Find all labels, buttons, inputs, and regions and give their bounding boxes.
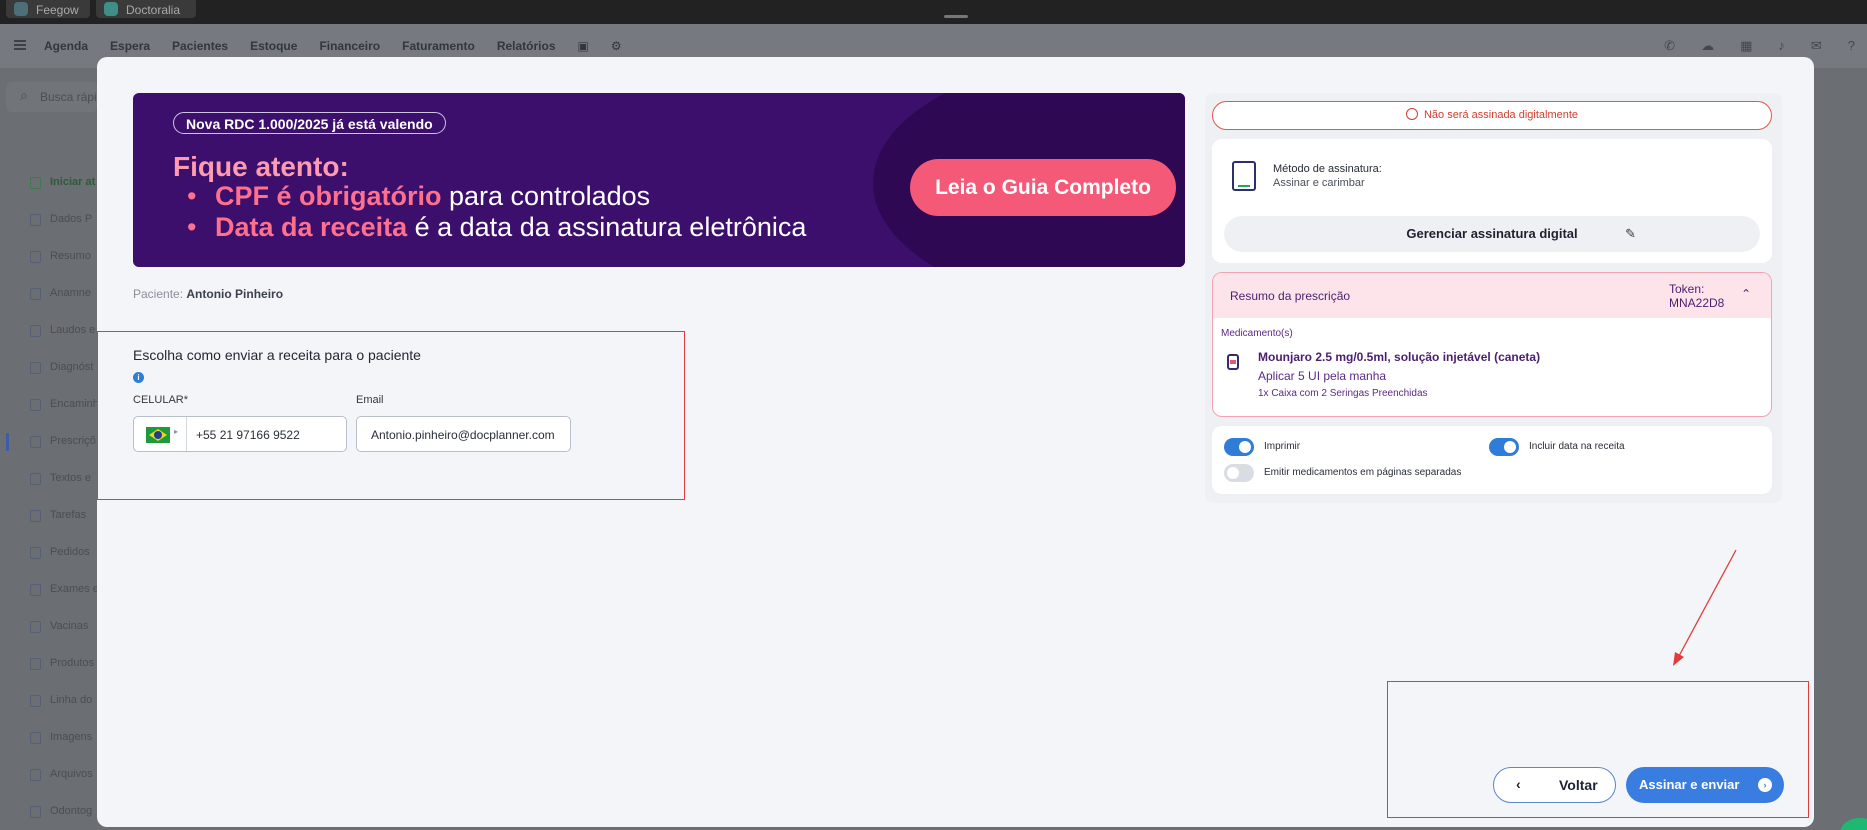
sidebar-item[interactable]: Encaminh xyxy=(0,390,100,427)
prescription-summary-title: Resumo da prescrição xyxy=(1230,289,1351,303)
brazil-flag-icon[interactable] xyxy=(146,427,170,443)
separate-pages-toggle[interactable] xyxy=(1224,464,1254,482)
prescription-send-modal: Nova RDC 1.000/2025 já está valendo Fiqu… xyxy=(97,57,1814,827)
menu-icon[interactable] xyxy=(14,40,26,50)
patient-name: Antonio Pinheiro xyxy=(186,287,284,301)
sidebar-item[interactable]: Vacinas xyxy=(0,612,100,649)
separate-pages-label: Emitir medicamentos em páginas separadas xyxy=(1264,467,1462,478)
sidebar-item[interactable]: Pedidos xyxy=(0,538,100,575)
sidebar-item[interactable]: Exames e xyxy=(0,575,100,612)
sidebar-item-start[interactable]: Iniciar at xyxy=(0,168,100,205)
sidebar-item[interactable]: Odontog xyxy=(0,797,100,830)
banner-title: Fique atento: xyxy=(173,151,349,182)
info-icon[interactable]: i xyxy=(133,372,144,383)
chat-icon[interactable]: ✉ xyxy=(1811,38,1822,54)
help-icon[interactable]: ? xyxy=(1848,38,1855,54)
medications-section-label: Medicamento(s) xyxy=(1221,328,1293,339)
sign-and-send-button[interactable]: Assinar e enviar › xyxy=(1626,767,1784,803)
store-icon[interactable]: ▣ xyxy=(578,39,589,53)
phone-input[interactable]: +55 21 97166 9522 xyxy=(196,428,300,442)
signature-card: Método de assinatura: Assinar e carimbar… xyxy=(1212,139,1772,263)
sidebar-item[interactable]: Resumo xyxy=(0,242,100,279)
prescription-summary: Resumo da prescrição Token: MNA22D8 ⌄ Med… xyxy=(1212,272,1772,417)
cloud-icon[interactable]: ☁ xyxy=(1701,38,1714,54)
banner-list: • CPF é obrigatório para controlados • Dat… xyxy=(173,181,806,243)
arrow-right-icon: › xyxy=(1758,778,1772,792)
phone-field[interactable]: ▸ +55 21 97166 9522 xyxy=(133,416,347,452)
sidebar-item[interactable]: Arquivos xyxy=(0,760,100,797)
bell-icon[interactable]: ♪ xyxy=(1778,38,1785,54)
send-method-title: Escolha como enviar a receita para o pac… xyxy=(133,347,421,363)
tab-feegow[interactable]: Feegow xyxy=(6,0,90,18)
sidebar-item-prescricoes[interactable]: Prescriçõ xyxy=(0,427,100,464)
chevron-down-icon[interactable]: ▸ xyxy=(174,427,178,436)
sidebar-item[interactable]: Dados P xyxy=(0,205,100,242)
tab-doctoralia[interactable]: Doctoralia xyxy=(96,0,196,18)
banner-line-date: • Data da receita é a data da assinatura … xyxy=(187,212,807,242)
token: Token: MNA22D8 xyxy=(1669,282,1725,310)
sidebar-item[interactable]: Imagens xyxy=(0,723,100,760)
sidebar-item[interactable]: Linha do xyxy=(0,686,100,723)
nav-faturamento[interactable]: Faturamento xyxy=(402,39,475,53)
sidebar-item[interactable]: Laudos e xyxy=(0,316,100,353)
chevron-left-icon: ‹ xyxy=(1516,776,1521,792)
sidebar-item[interactable]: Tarefas xyxy=(0,501,100,538)
edit-icon: ✎ xyxy=(1625,226,1636,241)
prescription-summary-header[interactable]: Resumo da prescrição Token: MNA22D8 ⌄ xyxy=(1213,273,1771,318)
signature-method-label: Método de assinatura: xyxy=(1273,163,1382,175)
fingerprint-icon xyxy=(1405,108,1418,120)
settings-icon[interactable]: ⚙ xyxy=(611,39,622,53)
include-date-label: Incluir data na receita xyxy=(1529,441,1625,452)
print-toggle[interactable] xyxy=(1224,438,1254,456)
document-signature-icon xyxy=(1232,161,1256,191)
medication-quantity: 1x Caixa com 2 Seringas Preenchidas xyxy=(1258,388,1428,399)
rdc-badge: Nova RDC 1.000/2025 já está valendo xyxy=(173,112,446,134)
drag-handle[interactable] xyxy=(944,15,968,18)
nav-estoque[interactable]: Estoque xyxy=(250,39,297,53)
medication-name: Mounjaro 2.5 mg/0.5ml, solução injetável… xyxy=(1258,350,1541,364)
chevron-up-icon[interactable]: ⌄ xyxy=(1741,286,1751,300)
back-button[interactable]: ‹ Voltar xyxy=(1493,767,1616,803)
banner-line-cpf: • CPF é obrigatório para controlados xyxy=(187,181,651,211)
sidebar-item[interactable]: Diagnóst xyxy=(0,353,100,390)
email-label: Email xyxy=(356,394,384,406)
nav-financeiro[interactable]: Financeiro xyxy=(319,39,380,53)
quick-search-input[interactable]: Busca rápi xyxy=(6,82,98,112)
print-label: Imprimir xyxy=(1264,441,1301,452)
phone-icon[interactable]: ✆ xyxy=(1664,38,1675,54)
support-chat-icon[interactable] xyxy=(1840,818,1867,830)
grid-icon[interactable]: ▦ xyxy=(1740,38,1752,54)
medication-icon xyxy=(1227,354,1239,370)
sidebar-item[interactable]: Textos e xyxy=(0,464,100,501)
feegow-icon xyxy=(14,2,28,16)
sidebar-item[interactable]: Anamne xyxy=(0,279,100,316)
medication-dosage: Aplicar 5 UI pela manha xyxy=(1258,369,1387,383)
patient-line: Paciente: Antonio Pinheiro xyxy=(133,287,284,301)
email-field[interactable]: Antonio.pinheiro@docplanner.com xyxy=(356,416,571,452)
manage-digital-signature-button[interactable]: Gerenciar assinatura digital ✎ xyxy=(1224,216,1760,252)
phone-label: CELULAR* xyxy=(133,394,189,406)
rdc-banner: Nova RDC 1.000/2025 já está valendo Fiqu… xyxy=(133,93,1185,267)
include-date-toggle[interactable] xyxy=(1489,438,1519,456)
doctoralia-icon xyxy=(104,2,118,16)
window-titlebar: Feegow Doctoralia xyxy=(0,0,1867,24)
nav-relatorios[interactable]: Relatórios xyxy=(497,39,556,53)
sidebar-item[interactable]: Produtos xyxy=(0,649,100,686)
nav-pacientes[interactable]: Pacientes xyxy=(172,39,228,53)
read-guide-button[interactable]: Leia o Guia Completo xyxy=(910,159,1176,216)
no-digital-signature-alert: Não será assinada digitalmente xyxy=(1212,101,1772,130)
signature-method-value: Assinar e carimbar xyxy=(1273,177,1365,189)
print-options: Imprimir Incluir data na receita Emitir … xyxy=(1212,426,1772,494)
nav-espera[interactable]: Espera xyxy=(110,39,150,53)
nav-agenda[interactable]: Agenda xyxy=(44,39,88,53)
sidebar: Iniciar at Dados P Resumo Anamne Laudos … xyxy=(0,168,100,830)
